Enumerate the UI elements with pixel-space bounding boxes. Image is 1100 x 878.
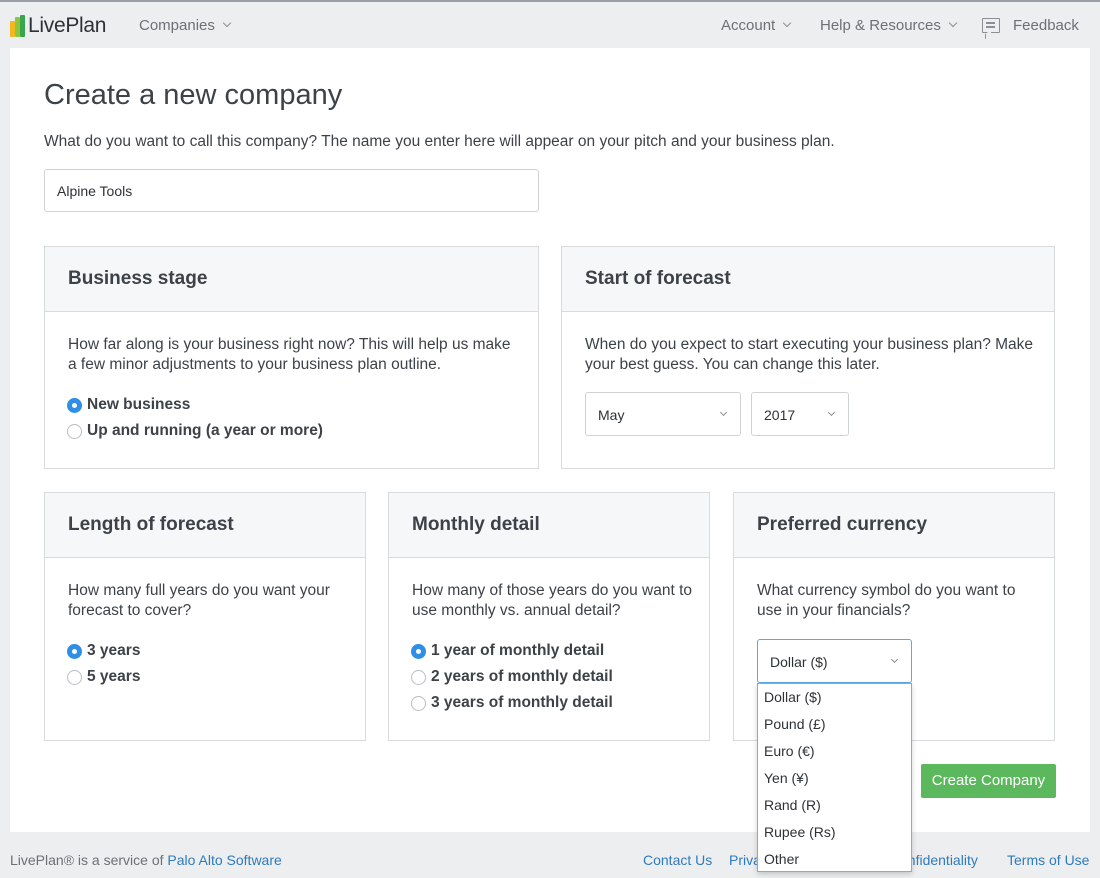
currency-dropdown-list: Dollar ($) Pound (£) Euro (€) Yen (¥) Ra… — [757, 683, 912, 872]
card-title: Length of forecast — [45, 493, 365, 558]
card-title: Monthly detail — [389, 493, 709, 558]
radio-label: New business — [87, 396, 191, 413]
monthly-detail-card: Monthly detail How many of those years d… — [388, 492, 710, 741]
radio-label: 3 years — [87, 642, 141, 659]
radio-label: 3 years of monthly detail — [431, 694, 613, 711]
contact-us-link[interactable]: Contact Us — [643, 852, 712, 868]
radio-option-1-year-monthly[interactable]: 1 year of monthly detail — [411, 642, 604, 660]
radio-option-5-years[interactable]: 5 years — [67, 668, 140, 686]
footer-service-prefix: LivePlan® is a service of — [10, 852, 168, 868]
select-value: Dollar ($) — [770, 654, 828, 670]
radio-option-new-business[interactable]: New business — [67, 396, 190, 414]
radio-selected-icon — [67, 397, 82, 413]
radio-label: 5 years — [87, 668, 141, 685]
currency-option-yen[interactable]: Yen (¥) — [758, 765, 911, 792]
liveplan-logo[interactable]: LivePlan — [10, 14, 106, 38]
chevron-down-icon — [890, 655, 899, 664]
radio-option-3-years[interactable]: 3 years — [67, 642, 140, 660]
chevron-down-icon — [948, 18, 958, 28]
radio-unselected-icon — [411, 695, 426, 711]
account-menu-label: Account — [721, 17, 776, 34]
start-of-forecast-card: Start of forecast When do you expect to … — [561, 246, 1055, 469]
start-year-select[interactable]: 2017 — [751, 392, 849, 436]
top-navigation-bar: LivePlan Companies Account Help & Resour… — [0, 0, 1100, 48]
chevron-down-icon — [782, 18, 792, 28]
radio-label: 1 year of monthly detail — [431, 642, 605, 659]
currency-select[interactable]: Dollar ($) — [757, 639, 912, 683]
card-description: How many of those years do you want to u… — [412, 582, 693, 619]
card-description: What currency symbol do you want to use … — [757, 582, 1016, 619]
chevron-down-icon — [719, 408, 728, 417]
companies-menu[interactable]: Companies — [139, 17, 232, 34]
palo-alto-software-link[interactable]: Palo Alto Software — [167, 852, 281, 868]
business-stage-card: Business stage How far along is your bus… — [44, 246, 539, 469]
chevron-down-icon — [827, 408, 836, 417]
liveplan-logo-icon — [10, 15, 26, 37]
radio-option-3-years-monthly[interactable]: 3 years of monthly detail — [411, 694, 613, 712]
card-title: Business stage — [45, 247, 538, 312]
radio-unselected-icon — [411, 669, 426, 685]
radio-unselected-icon — [67, 423, 82, 439]
radio-selected-icon — [67, 643, 82, 659]
card-description: How many full years do you want your for… — [68, 582, 330, 619]
radio-unselected-icon — [67, 669, 82, 685]
account-menu[interactable]: Account — [721, 17, 792, 34]
company-name-input[interactable] — [44, 169, 539, 212]
radio-option-2-years-monthly[interactable]: 2 years of monthly detail — [411, 668, 613, 686]
card-description: When do you expect to start executing yo… — [585, 336, 1034, 373]
currency-option-rupee[interactable]: Rupee (Rs) — [758, 819, 911, 846]
start-month-select[interactable]: May — [585, 392, 741, 436]
select-value: 2017 — [764, 407, 796, 423]
card-title: Preferred currency — [734, 493, 1054, 558]
select-value: May — [598, 407, 625, 423]
help-resources-menu[interactable]: Help & Resources — [820, 17, 958, 34]
currency-option-euro[interactable]: Euro (€) — [758, 738, 911, 765]
radio-label: 2 years of monthly detail — [431, 668, 613, 685]
feedback-label: Feedback — [1013, 17, 1079, 34]
radio-label: Up and running (a year or more) — [87, 422, 323, 439]
currency-option-pound[interactable]: Pound (£) — [758, 711, 911, 738]
radio-selected-icon — [411, 643, 426, 659]
help-resources-label: Help & Resources — [820, 17, 941, 34]
radio-option-up-and-running[interactable]: Up and running (a year or more) — [67, 422, 323, 440]
length-of-forecast-card: Length of forecast How many full years d… — [44, 492, 366, 741]
card-description: How far along is your business right now… — [68, 336, 511, 373]
page-title: Create a new company — [44, 79, 343, 111]
card-title: Start of forecast — [562, 247, 1054, 312]
logo-text: LivePlan — [28, 14, 107, 37]
chevron-down-icon — [222, 18, 232, 28]
main-content-panel: Create a new company What do you want to… — [10, 48, 1090, 832]
currency-option-other[interactable]: Other — [758, 846, 911, 873]
create-company-button[interactable]: Create Company — [921, 764, 1056, 798]
currency-option-rand[interactable]: Rand (R) — [758, 792, 911, 819]
company-name-instructions: What do you want to call this company? T… — [44, 133, 835, 150]
feedback-link[interactable]: Feedback — [982, 17, 1079, 34]
terms-of-use-link[interactable]: Terms of Use — [1007, 852, 1089, 868]
feedback-icon — [982, 18, 1000, 33]
footer-service-text: LivePlan® is a service of Palo Alto Soft… — [10, 852, 282, 868]
companies-menu-label: Companies — [139, 17, 215, 34]
currency-option-dollar[interactable]: Dollar ($) — [758, 684, 911, 711]
